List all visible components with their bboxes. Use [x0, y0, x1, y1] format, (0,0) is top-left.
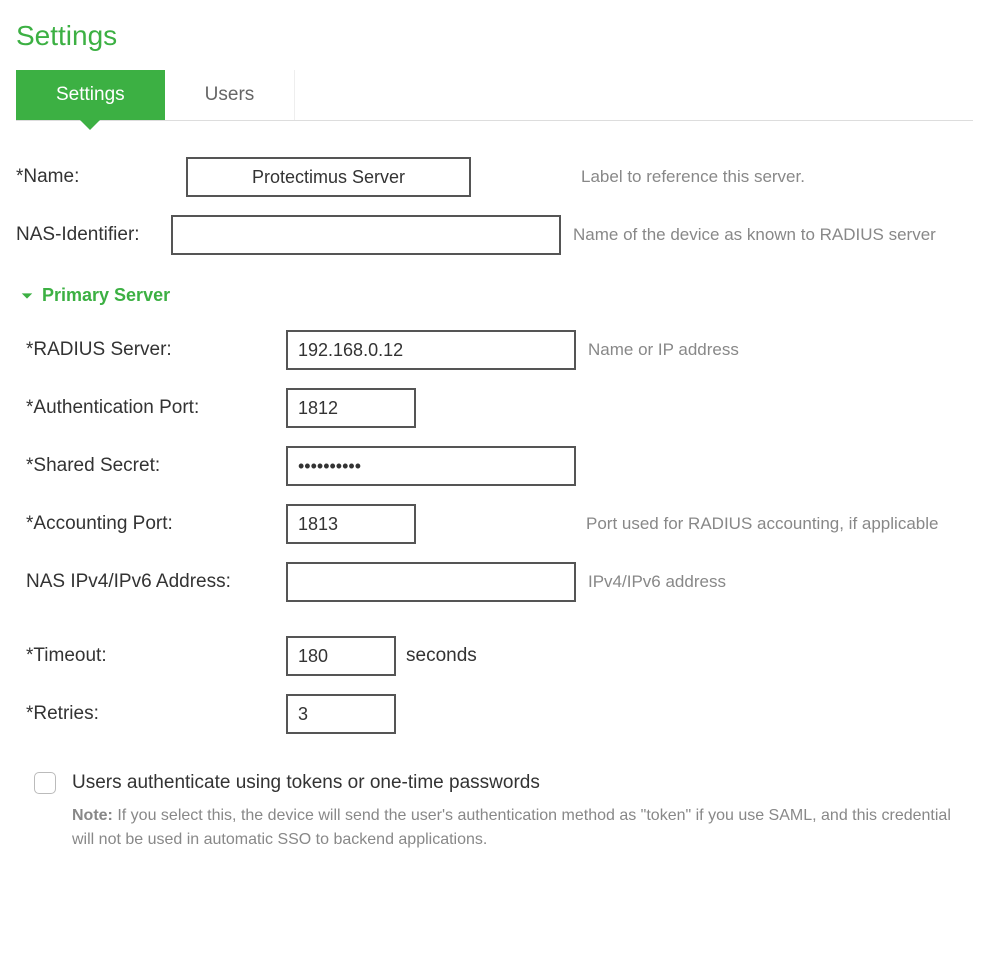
- token-auth-label: Users authenticate using tokens or one-t…: [72, 772, 540, 794]
- primary-server-toggle[interactable]: Primary Server: [20, 285, 973, 306]
- tab-bar: Settings Users: [16, 70, 973, 121]
- auth-port-label: *Authentication Port:: [26, 397, 286, 419]
- chevron-down-icon: [20, 289, 34, 303]
- timeout-label: *Timeout:: [26, 645, 286, 667]
- note-prefix: Note:: [72, 807, 113, 824]
- tab-users[interactable]: Users: [165, 70, 296, 120]
- timeout-suffix: seconds: [406, 645, 477, 667]
- note-text: If you select this, the device will send…: [72, 807, 951, 848]
- accounting-port-label: *Accounting Port:: [26, 513, 286, 535]
- name-label: *Name:: [16, 166, 186, 188]
- nas-addr-hint: IPv4/IPv6 address: [588, 572, 726, 592]
- token-auth-checkbox[interactable]: [34, 772, 56, 794]
- page-title: Settings: [16, 20, 973, 52]
- accounting-port-input[interactable]: [286, 504, 416, 544]
- shared-secret-label: *Shared Secret:: [26, 455, 286, 477]
- retries-input[interactable]: [286, 694, 396, 734]
- nas-identifier-hint: Name of the device as known to RADIUS se…: [573, 225, 936, 245]
- name-input[interactable]: [186, 157, 471, 197]
- nas-addr-input[interactable]: [286, 562, 576, 602]
- auth-port-input[interactable]: [286, 388, 416, 428]
- primary-server-header-text: Primary Server: [42, 285, 170, 306]
- shared-secret-input[interactable]: [286, 446, 576, 486]
- accounting-port-hint: Port used for RADIUS accounting, if appl…: [586, 514, 938, 534]
- timeout-input[interactable]: [286, 636, 396, 676]
- radius-server-hint: Name or IP address: [588, 340, 739, 360]
- tab-settings[interactable]: Settings: [16, 70, 165, 120]
- nas-identifier-label: NAS-Identifier:: [16, 224, 171, 246]
- radius-server-label: *RADIUS Server:: [26, 339, 286, 361]
- nas-identifier-input[interactable]: [171, 215, 561, 255]
- retries-label: *Retries:: [26, 703, 286, 725]
- radius-server-input[interactable]: [286, 330, 576, 370]
- name-hint: Label to reference this server.: [581, 167, 973, 187]
- nas-addr-label: NAS IPv4/IPv6 Address:: [26, 571, 286, 593]
- token-auth-note: Note: If you select this, the device wil…: [72, 804, 972, 852]
